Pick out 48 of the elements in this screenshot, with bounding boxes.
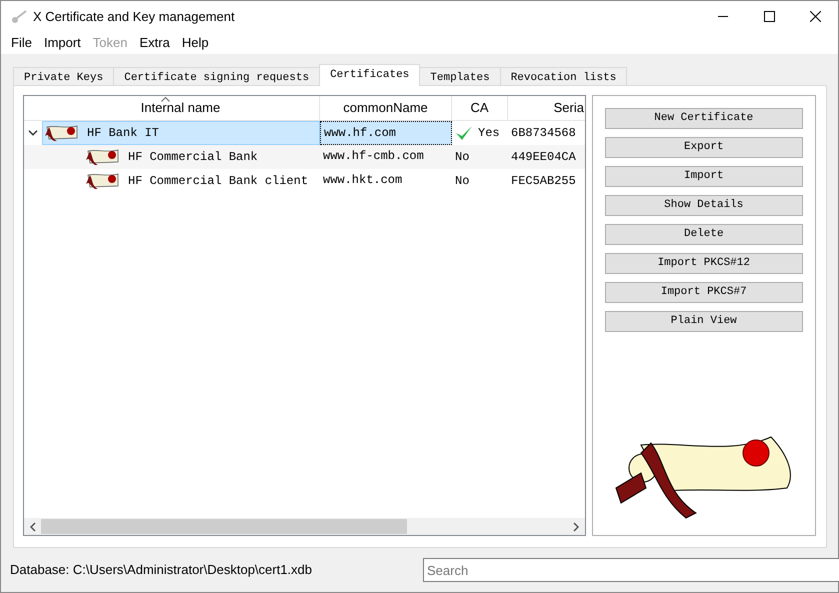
action-button[interactable]: Delete [604,224,803,245]
column-header[interactable]: Seria [508,96,584,120]
table-cell-text: www.hkt.com [322,172,404,189]
search-field[interactable]: Search [423,558,839,582]
table-cell-text: 6B8734568 [510,124,577,142]
certificate-icon [84,172,120,190]
close-icon [810,11,820,22]
action-button[interactable]: New Certificate [604,108,803,129]
tab[interactable]: Revocation lists [500,66,628,86]
action-button[interactable]: Show Details [604,194,803,216]
scroll-left-icon [30,522,36,532]
scroll-right-icon [572,522,579,532]
table-cell-text: No [455,172,470,190]
window-title: X Certificate and Key management [33,8,235,26]
certificate-icon [43,124,79,142]
action-button[interactable]: Import PKCS#7 [604,282,803,303]
sort-ascending-icon [161,96,170,102]
cert-name: HF Commercial Bank client [128,172,308,190]
certificate-icon [84,148,120,166]
table-cell-text: No [455,148,470,166]
column-header[interactable]: commonName [320,96,452,120]
collapse-icon[interactable] [28,130,38,136]
action-button[interactable]: Export [604,136,803,158]
cert-name: HF Bank IT [87,124,160,142]
cert-name: HF Commercial Bank [128,148,258,166]
selected-row[interactable]: HF Bank IT [42,120,320,145]
menu-item[interactable]: Import [38,33,87,53]
table-cell-text: www.hf-cmb.com [322,148,425,165]
table-cell-text: Yes [478,124,500,142]
menu-item[interactable]: Help [176,33,215,53]
horizontal-scrollbar[interactable] [24,518,585,536]
menu-item[interactable]: File [5,33,38,53]
action-button[interactable]: Import PKCS#12 [604,252,803,274]
tab[interactable]: Certificates [319,64,420,86]
column-header[interactable]: CA [452,96,508,120]
tab[interactable]: Private Keys [13,66,114,86]
action-button[interactable]: Import [604,166,803,187]
table-cell-text: 449EE04CA [510,148,577,166]
maximize-icon [764,11,774,22]
table-cell: www.hf.com [320,120,452,145]
minimize-icon [718,16,728,17]
menu-item[interactable]: Extra [134,33,176,53]
table-cell-text: FEC5AB255 [510,172,577,190]
action-button[interactable]: Plain View [604,310,803,332]
scrollbar-thumb[interactable] [41,519,407,534]
database-path: Database: C:\Users\Administrator\Desktop\cert1.xdb [10,561,312,580]
key-icon [11,10,27,24]
column-header[interactable]: Internal name [24,96,320,120]
